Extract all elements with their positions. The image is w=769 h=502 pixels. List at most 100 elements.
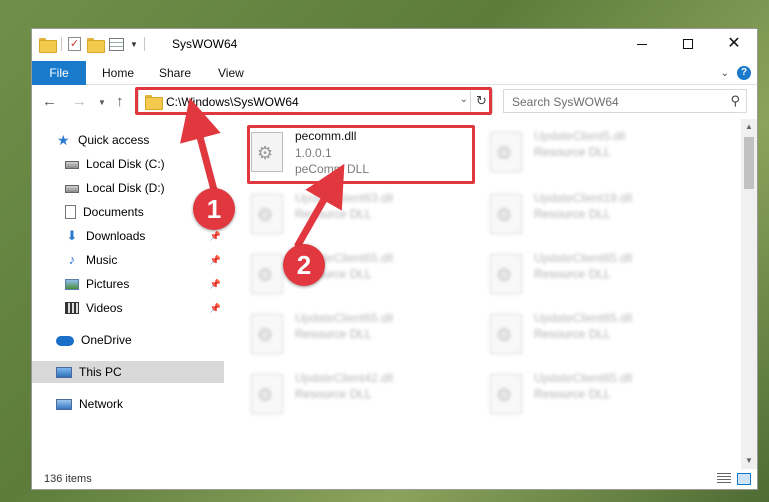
chevron-down-icon[interactable]: ▼ — [130, 40, 138, 49]
pin-icon[interactable]: 📌 — [210, 231, 221, 242]
file-item[interactable]: UpdateClient19.dll Resource DLL — [490, 191, 710, 243]
pictures-icon — [65, 278, 79, 290]
file-item[interactable]: UpdateClient65.dll Resource DLL — [490, 311, 710, 363]
minimize-button[interactable] — [619, 29, 665, 59]
star-icon: ★ — [57, 132, 70, 148]
videos-icon — [65, 302, 79, 314]
file-item[interactable]: UpdateClient42.dll Resource DLL — [251, 371, 471, 423]
toolbar-divider — [61, 37, 62, 51]
sidebar-item-label: Local Disk (D:) — [86, 181, 165, 195]
music-icon: ♪ — [68, 252, 76, 267]
properties-check-icon[interactable]: ✓ — [68, 37, 81, 51]
dll-file-icon — [251, 314, 283, 354]
scroll-down-icon[interactable]: ▼ — [741, 453, 757, 469]
documents-icon — [65, 205, 76, 219]
sidebar-item-label: Quick access — [78, 133, 150, 147]
sidebar-item-label: Documents — [83, 205, 144, 219]
network-icon — [56, 398, 72, 410]
sidebar-item-label: Pictures — [86, 277, 130, 291]
status-bar: 136 items — [32, 469, 757, 489]
forward-arrow-icon[interactable]: → — [72, 93, 87, 110]
file-name: UpdateClient65.dll — [295, 311, 394, 325]
minimize-icon — [637, 43, 647, 45]
sidebar-item-downloads[interactable]: ⬇ Downloads 📌 — [32, 225, 224, 247]
dll-file-icon — [251, 194, 283, 234]
pin-icon[interactable]: 📌 — [210, 279, 221, 290]
details-view-icon[interactable] — [717, 473, 731, 485]
maximize-icon — [683, 39, 693, 49]
dll-file-icon — [490, 132, 522, 172]
file-item[interactable]: UpdateClient65.dll Resource DLL — [490, 371, 710, 423]
tab-file[interactable]: File — [32, 61, 86, 85]
sidebar-item-network[interactable]: Network — [32, 393, 224, 415]
search-input[interactable]: Search SysWOW64 — [512, 95, 619, 109]
sidebar-item-quick-access[interactable]: ★ Quick access — [32, 129, 224, 151]
file-name: UpdateClient19.dll — [534, 191, 633, 205]
sidebar-item-local-disk-c[interactable]: Local Disk (C:) — [32, 153, 224, 175]
dll-file-icon — [251, 374, 283, 414]
folder-icon — [39, 37, 57, 53]
tab-home[interactable]: Home — [102, 66, 134, 80]
recent-locations-chevron-icon[interactable]: ▼ — [98, 98, 106, 107]
sidebar-item-videos[interactable]: Videos 📌 — [32, 297, 224, 319]
view-options-icon[interactable] — [109, 37, 124, 51]
file-name: UpdateClient65.dll — [534, 371, 633, 385]
file-description: Resource DLL — [295, 327, 372, 341]
file-name: UpdateClient65.dll — [534, 251, 633, 265]
file-description: Resource DLL — [534, 267, 611, 281]
title-bar: ✓ ▼ SysWOW64 ✕ — [32, 29, 757, 61]
sidebar-item-local-disk-d[interactable]: Local Disk (D:) — [32, 177, 224, 199]
window-title: SysWOW64 — [172, 37, 238, 51]
tab-view[interactable]: View — [218, 66, 244, 80]
ribbon-tabs: File Home Share View ⌄ ? — [32, 61, 757, 85]
file-name: UpdateClient42.dll — [295, 371, 394, 385]
close-icon: ✕ — [727, 35, 741, 52]
sidebar-item-label: OneDrive — [81, 333, 132, 347]
address-bar-highlight — [135, 87, 492, 115]
help-icon[interactable]: ? — [737, 66, 751, 80]
file-description: Resource DLL — [534, 387, 611, 401]
expand-ribbon-icon[interactable]: ⌄ — [721, 68, 729, 79]
ribbon-actions: ⌄ ? — [721, 66, 751, 80]
dll-file-icon — [251, 254, 283, 294]
drive-icon — [65, 185, 79, 193]
vertical-scrollbar[interactable]: ▲ ▼ — [741, 119, 757, 469]
file-item[interactable]: UpdateClient5.dll Resource DLL — [490, 129, 710, 181]
file-name: UpdateClient63.dll — [295, 191, 394, 205]
callout-2: 2 — [283, 244, 325, 286]
sidebar-item-label: Network — [79, 397, 124, 411]
close-button[interactable]: ✕ — [711, 29, 757, 59]
search-icon: ⚲ — [730, 93, 740, 108]
maximize-button[interactable] — [665, 29, 711, 59]
sidebar-item-label: This PC — [79, 365, 122, 379]
new-folder-icon[interactable] — [87, 37, 105, 53]
sidebar-item-pictures[interactable]: Pictures 📌 — [32, 273, 224, 295]
sidebar-item-label: Local Disk (C:) — [86, 157, 165, 171]
file-item[interactable]: UpdateClient65.dll Resource DLL — [490, 251, 710, 303]
scroll-up-icon[interactable]: ▲ — [741, 119, 757, 135]
sidebar-item-onedrive[interactable]: OneDrive — [32, 329, 224, 351]
view-switcher — [717, 473, 751, 485]
large-icons-view-icon[interactable] — [737, 473, 751, 485]
dll-file-icon — [490, 314, 522, 354]
search-box[interactable]: Search SysWOW64 ⚲ — [503, 89, 747, 113]
file-item[interactable]: UpdateClient65.dll Resource DLL — [251, 311, 471, 363]
file-name: UpdateClient65.dll — [534, 311, 633, 325]
back-arrow-icon[interactable]: ← — [42, 93, 57, 110]
drive-icon — [65, 161, 79, 169]
scrollbar-thumb[interactable] — [744, 137, 754, 189]
dll-file-icon — [490, 194, 522, 234]
pin-icon[interactable]: 📌 — [210, 255, 221, 266]
item-count: 136 items — [44, 473, 92, 485]
up-arrow-icon[interactable]: ↑ — [116, 93, 124, 110]
file-highlight — [247, 125, 475, 184]
navigation-pane: ★ Quick access Local Disk (C:) Local Dis… — [32, 119, 224, 469]
tab-share[interactable]: Share — [159, 66, 191, 80]
this-pc-icon — [56, 366, 72, 378]
toolbar-divider — [143, 37, 145, 51]
sidebar-item-music[interactable]: ♪ Music 📌 — [32, 249, 224, 271]
sidebar-item-this-pc[interactable]: This PC — [32, 361, 224, 383]
dll-file-icon — [490, 254, 522, 294]
file-item[interactable]: UpdateClient63.dll Resource DLL — [251, 191, 471, 243]
pin-icon[interactable]: 📌 — [210, 303, 221, 314]
